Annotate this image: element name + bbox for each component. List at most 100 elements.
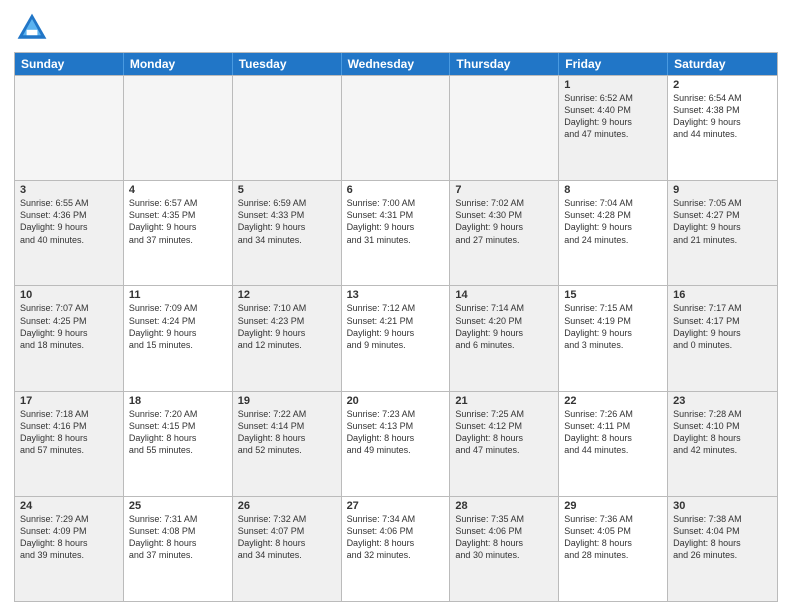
cal-cell bbox=[15, 76, 124, 180]
header bbox=[14, 10, 778, 46]
day-info: Sunrise: 6:59 AM Sunset: 4:33 PM Dayligh… bbox=[238, 197, 336, 246]
cal-cell bbox=[450, 76, 559, 180]
day-number: 19 bbox=[238, 395, 336, 407]
day-info: Sunrise: 7:38 AM Sunset: 4:04 PM Dayligh… bbox=[673, 513, 772, 562]
cal-cell: 16Sunrise: 7:17 AM Sunset: 4:17 PM Dayli… bbox=[668, 286, 777, 390]
day-number: 9 bbox=[673, 184, 772, 196]
day-number: 26 bbox=[238, 500, 336, 512]
cal-cell: 9Sunrise: 7:05 AM Sunset: 4:27 PM Daylig… bbox=[668, 181, 777, 285]
cal-cell: 3Sunrise: 6:55 AM Sunset: 4:36 PM Daylig… bbox=[15, 181, 124, 285]
logo bbox=[14, 10, 54, 46]
day-info: Sunrise: 7:32 AM Sunset: 4:07 PM Dayligh… bbox=[238, 513, 336, 562]
day-number: 30 bbox=[673, 500, 772, 512]
day-info: Sunrise: 6:54 AM Sunset: 4:38 PM Dayligh… bbox=[673, 92, 772, 141]
day-info: Sunrise: 7:02 AM Sunset: 4:30 PM Dayligh… bbox=[455, 197, 553, 246]
header-day-monday: Monday bbox=[124, 53, 233, 75]
day-info: Sunrise: 7:29 AM Sunset: 4:09 PM Dayligh… bbox=[20, 513, 118, 562]
calendar-body: 1Sunrise: 6:52 AM Sunset: 4:40 PM Daylig… bbox=[15, 75, 777, 601]
day-number: 24 bbox=[20, 500, 118, 512]
day-number: 10 bbox=[20, 289, 118, 301]
cal-cell: 18Sunrise: 7:20 AM Sunset: 4:15 PM Dayli… bbox=[124, 392, 233, 496]
header-day-friday: Friday bbox=[559, 53, 668, 75]
cal-cell: 12Sunrise: 7:10 AM Sunset: 4:23 PM Dayli… bbox=[233, 286, 342, 390]
day-number: 3 bbox=[20, 184, 118, 196]
cal-cell: 29Sunrise: 7:36 AM Sunset: 4:05 PM Dayli… bbox=[559, 497, 668, 601]
cal-row-0: 1Sunrise: 6:52 AM Sunset: 4:40 PM Daylig… bbox=[15, 75, 777, 180]
cal-cell: 30Sunrise: 7:38 AM Sunset: 4:04 PM Dayli… bbox=[668, 497, 777, 601]
day-number: 22 bbox=[564, 395, 662, 407]
cal-cell: 20Sunrise: 7:23 AM Sunset: 4:13 PM Dayli… bbox=[342, 392, 451, 496]
calendar: SundayMondayTuesdayWednesdayThursdayFrid… bbox=[14, 52, 778, 602]
day-number: 7 bbox=[455, 184, 553, 196]
day-info: Sunrise: 7:35 AM Sunset: 4:06 PM Dayligh… bbox=[455, 513, 553, 562]
day-number: 12 bbox=[238, 289, 336, 301]
day-info: Sunrise: 7:17 AM Sunset: 4:17 PM Dayligh… bbox=[673, 302, 772, 351]
cal-cell: 6Sunrise: 7:00 AM Sunset: 4:31 PM Daylig… bbox=[342, 181, 451, 285]
cal-cell: 2Sunrise: 6:54 AM Sunset: 4:38 PM Daylig… bbox=[668, 76, 777, 180]
day-number: 17 bbox=[20, 395, 118, 407]
day-info: Sunrise: 7:04 AM Sunset: 4:28 PM Dayligh… bbox=[564, 197, 662, 246]
day-info: Sunrise: 6:57 AM Sunset: 4:35 PM Dayligh… bbox=[129, 197, 227, 246]
day-info: Sunrise: 7:12 AM Sunset: 4:21 PM Dayligh… bbox=[347, 302, 445, 351]
header-day-thursday: Thursday bbox=[450, 53, 559, 75]
day-number: 6 bbox=[347, 184, 445, 196]
day-number: 13 bbox=[347, 289, 445, 301]
day-info: Sunrise: 7:25 AM Sunset: 4:12 PM Dayligh… bbox=[455, 408, 553, 457]
cal-cell: 13Sunrise: 7:12 AM Sunset: 4:21 PM Dayli… bbox=[342, 286, 451, 390]
cal-cell: 14Sunrise: 7:14 AM Sunset: 4:20 PM Dayli… bbox=[450, 286, 559, 390]
calendar-header: SundayMondayTuesdayWednesdayThursdayFrid… bbox=[15, 53, 777, 75]
cal-cell: 10Sunrise: 7:07 AM Sunset: 4:25 PM Dayli… bbox=[15, 286, 124, 390]
header-day-tuesday: Tuesday bbox=[233, 53, 342, 75]
cal-cell: 27Sunrise: 7:34 AM Sunset: 4:06 PM Dayli… bbox=[342, 497, 451, 601]
cal-cell: 8Sunrise: 7:04 AM Sunset: 4:28 PM Daylig… bbox=[559, 181, 668, 285]
cal-cell: 17Sunrise: 7:18 AM Sunset: 4:16 PM Dayli… bbox=[15, 392, 124, 496]
cal-cell: 5Sunrise: 6:59 AM Sunset: 4:33 PM Daylig… bbox=[233, 181, 342, 285]
day-number: 5 bbox=[238, 184, 336, 196]
day-number: 14 bbox=[455, 289, 553, 301]
day-info: Sunrise: 7:34 AM Sunset: 4:06 PM Dayligh… bbox=[347, 513, 445, 562]
day-info: Sunrise: 6:52 AM Sunset: 4:40 PM Dayligh… bbox=[564, 92, 662, 141]
day-number: 15 bbox=[564, 289, 662, 301]
day-number: 23 bbox=[673, 395, 772, 407]
day-number: 16 bbox=[673, 289, 772, 301]
day-info: Sunrise: 7:23 AM Sunset: 4:13 PM Dayligh… bbox=[347, 408, 445, 457]
cal-row-3: 17Sunrise: 7:18 AM Sunset: 4:16 PM Dayli… bbox=[15, 391, 777, 496]
cal-row-1: 3Sunrise: 6:55 AM Sunset: 4:36 PM Daylig… bbox=[15, 180, 777, 285]
cal-cell: 15Sunrise: 7:15 AM Sunset: 4:19 PM Dayli… bbox=[559, 286, 668, 390]
cal-cell: 19Sunrise: 7:22 AM Sunset: 4:14 PM Dayli… bbox=[233, 392, 342, 496]
cal-cell bbox=[233, 76, 342, 180]
day-info: Sunrise: 7:00 AM Sunset: 4:31 PM Dayligh… bbox=[347, 197, 445, 246]
cal-cell: 21Sunrise: 7:25 AM Sunset: 4:12 PM Dayli… bbox=[450, 392, 559, 496]
day-info: Sunrise: 7:05 AM Sunset: 4:27 PM Dayligh… bbox=[673, 197, 772, 246]
logo-icon bbox=[14, 10, 50, 46]
cal-cell bbox=[124, 76, 233, 180]
day-number: 27 bbox=[347, 500, 445, 512]
cal-cell: 23Sunrise: 7:28 AM Sunset: 4:10 PM Dayli… bbox=[668, 392, 777, 496]
day-info: Sunrise: 6:55 AM Sunset: 4:36 PM Dayligh… bbox=[20, 197, 118, 246]
header-day-wednesday: Wednesday bbox=[342, 53, 451, 75]
day-number: 21 bbox=[455, 395, 553, 407]
day-info: Sunrise: 7:18 AM Sunset: 4:16 PM Dayligh… bbox=[20, 408, 118, 457]
cal-cell: 11Sunrise: 7:09 AM Sunset: 4:24 PM Dayli… bbox=[124, 286, 233, 390]
day-number: 28 bbox=[455, 500, 553, 512]
header-day-saturday: Saturday bbox=[668, 53, 777, 75]
cal-cell: 7Sunrise: 7:02 AM Sunset: 4:30 PM Daylig… bbox=[450, 181, 559, 285]
cal-row-2: 10Sunrise: 7:07 AM Sunset: 4:25 PM Dayli… bbox=[15, 285, 777, 390]
header-day-sunday: Sunday bbox=[15, 53, 124, 75]
cal-cell: 22Sunrise: 7:26 AM Sunset: 4:11 PM Dayli… bbox=[559, 392, 668, 496]
day-number: 4 bbox=[129, 184, 227, 196]
day-number: 1 bbox=[564, 79, 662, 91]
day-info: Sunrise: 7:09 AM Sunset: 4:24 PM Dayligh… bbox=[129, 302, 227, 351]
cal-cell: 4Sunrise: 6:57 AM Sunset: 4:35 PM Daylig… bbox=[124, 181, 233, 285]
cal-cell: 26Sunrise: 7:32 AM Sunset: 4:07 PM Dayli… bbox=[233, 497, 342, 601]
day-info: Sunrise: 7:07 AM Sunset: 4:25 PM Dayligh… bbox=[20, 302, 118, 351]
day-info: Sunrise: 7:36 AM Sunset: 4:05 PM Dayligh… bbox=[564, 513, 662, 562]
day-info: Sunrise: 7:14 AM Sunset: 4:20 PM Dayligh… bbox=[455, 302, 553, 351]
day-info: Sunrise: 7:10 AM Sunset: 4:23 PM Dayligh… bbox=[238, 302, 336, 351]
day-number: 11 bbox=[129, 289, 227, 301]
day-info: Sunrise: 7:20 AM Sunset: 4:15 PM Dayligh… bbox=[129, 408, 227, 457]
day-info: Sunrise: 7:28 AM Sunset: 4:10 PM Dayligh… bbox=[673, 408, 772, 457]
day-info: Sunrise: 7:22 AM Sunset: 4:14 PM Dayligh… bbox=[238, 408, 336, 457]
day-number: 8 bbox=[564, 184, 662, 196]
cal-cell bbox=[342, 76, 451, 180]
